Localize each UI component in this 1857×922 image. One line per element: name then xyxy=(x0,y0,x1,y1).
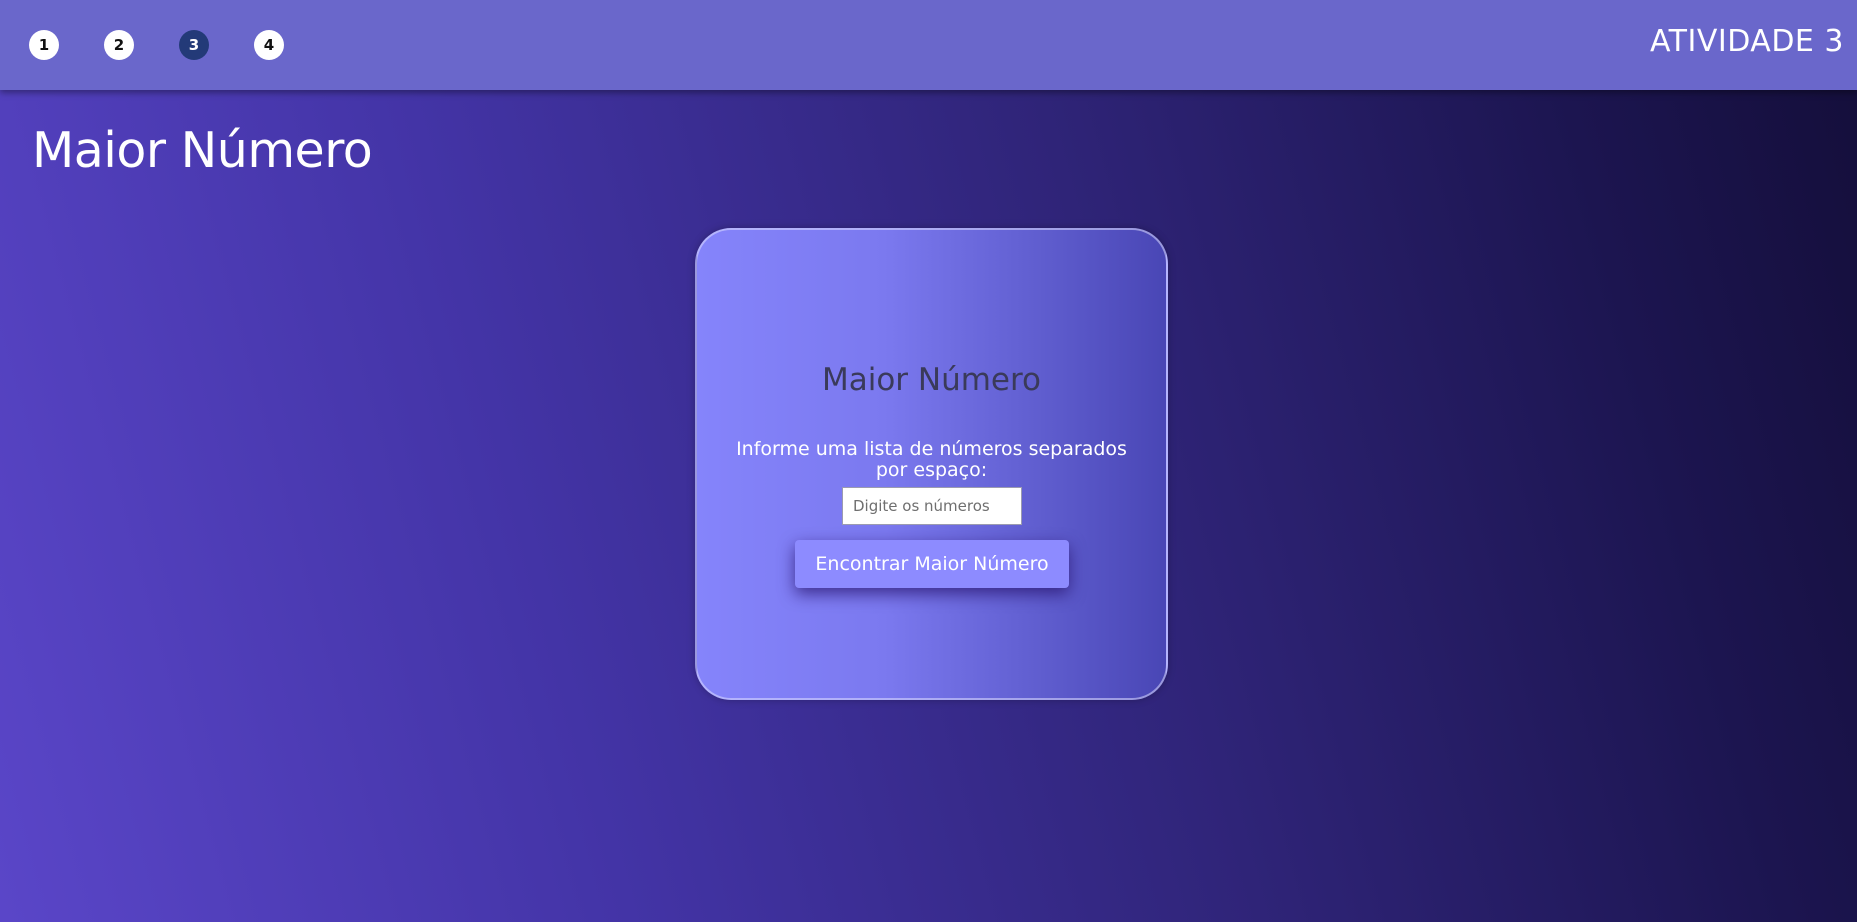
activity-title: ATIVIDADE 3 xyxy=(1649,24,1844,59)
find-max-number-button[interactable]: Encontrar Maior Número xyxy=(795,540,1069,588)
step-2-button[interactable]: 2 xyxy=(104,30,134,60)
numbers-input[interactable] xyxy=(842,487,1022,525)
step-1-button[interactable]: 1 xyxy=(29,30,59,60)
instructions-label: Informe uma lista de números separados p… xyxy=(736,438,1127,481)
max-number-card: Maior Número Informe uma lista de número… xyxy=(695,228,1168,700)
top-navigation-bar: 1 2 3 4 ATIVIDADE 3 xyxy=(0,0,1857,90)
step-4-button[interactable]: 4 xyxy=(254,30,284,60)
page-title: Maior Número xyxy=(32,122,373,179)
card-title: Maior Número xyxy=(821,362,1042,398)
step-3-button[interactable]: 3 xyxy=(179,30,209,60)
activity-steps-nav: 1 2 3 4 xyxy=(29,30,329,60)
